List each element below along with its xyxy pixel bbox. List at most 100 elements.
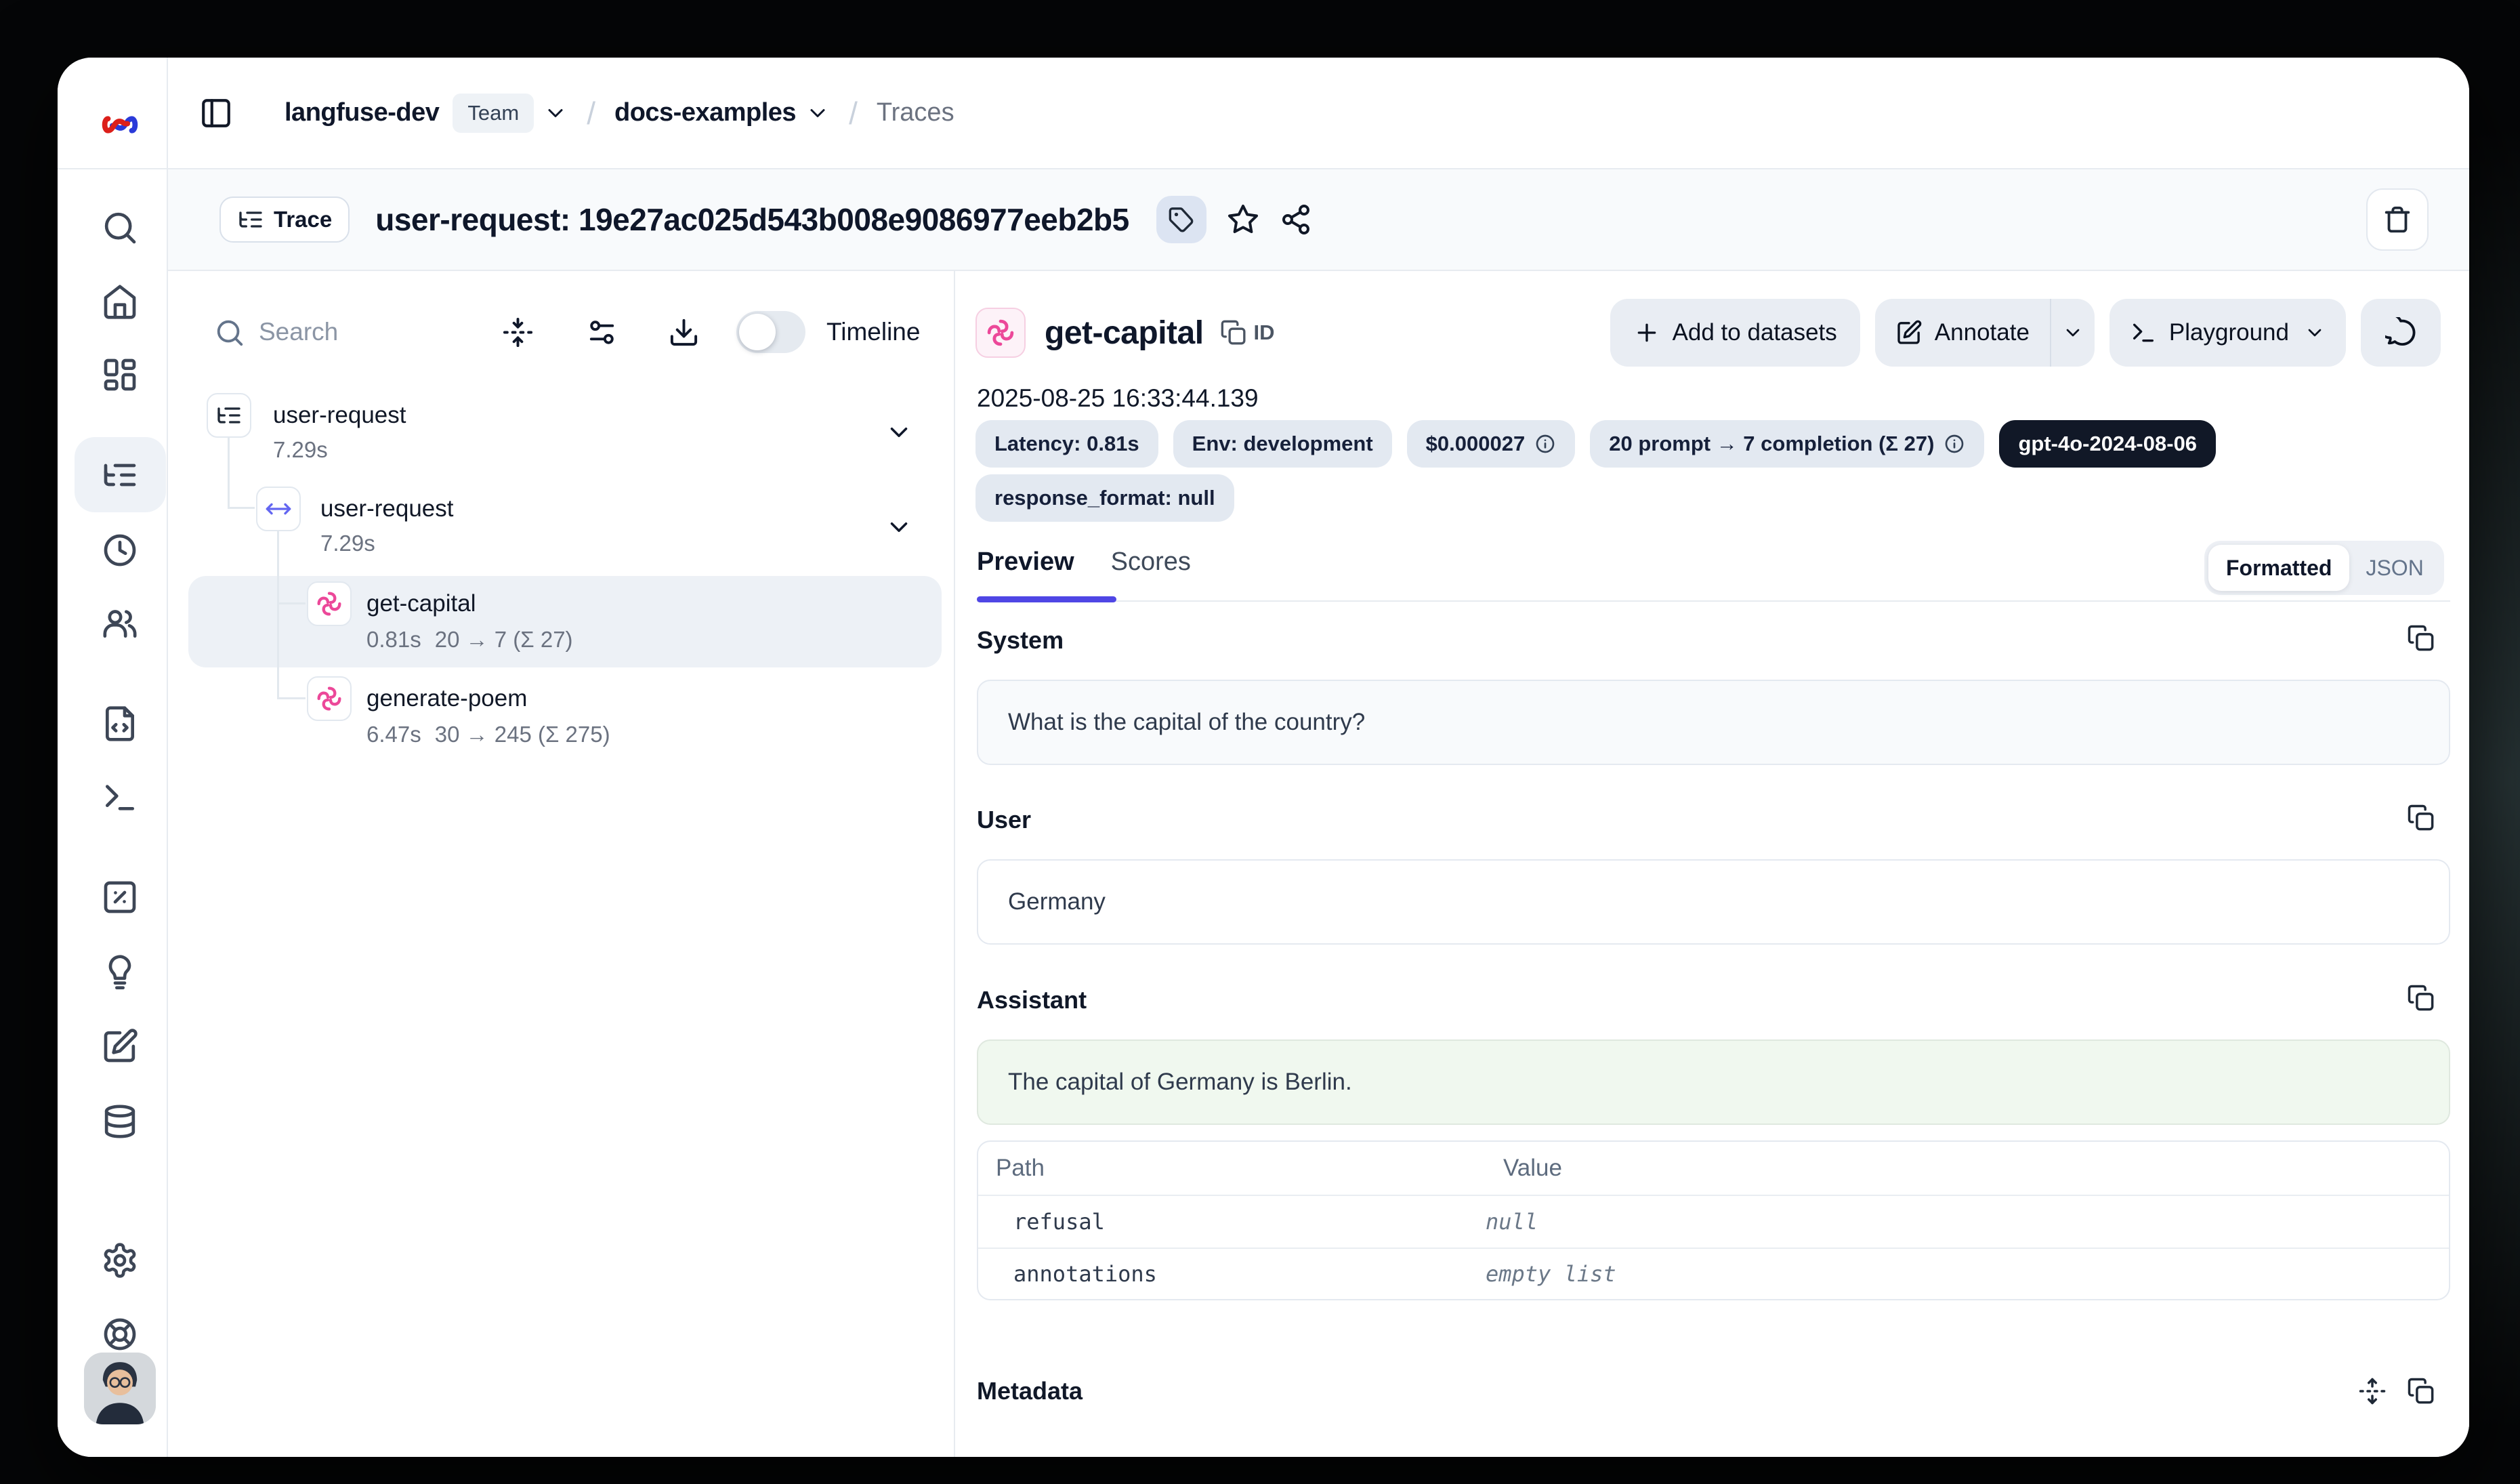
expand-icon[interactable] — [2358, 1377, 2387, 1405]
breadcrumb-page[interactable]: Traces — [877, 98, 954, 127]
add-to-datasets-button[interactable]: Add to datasets — [1610, 299, 1860, 367]
copy-icon[interactable] — [2407, 984, 2435, 1012]
detail-header: get-capital ID Add to datasets Annotate — [975, 298, 2441, 367]
cost-badge[interactable]: $0.000027 — [1407, 420, 1576, 468]
copy-id-icon[interactable] — [1220, 319, 1247, 346]
tree-node-tokens: 20 → 7 (Σ 27) — [435, 625, 573, 655]
row-value: empty list — [1486, 1261, 1616, 1287]
copy-icon[interactable] — [2407, 1377, 2435, 1405]
evaluation-percent-icon[interactable] — [101, 878, 139, 916]
env-badge: Env: development — [1173, 420, 1392, 468]
langfuse-logo-icon — [96, 104, 144, 145]
top-bar: langfuse-dev Team / docs-examples / Trac… — [168, 58, 2469, 169]
latency-badge: Latency: 0.81s — [975, 420, 1158, 468]
dashboard-icon[interactable] — [101, 356, 139, 394]
format-json-option[interactable]: JSON — [2349, 556, 2439, 581]
active-tab-indicator — [977, 596, 1116, 602]
model-badge[interactable]: gpt-4o-2024-08-06 — [1999, 420, 2216, 468]
datasets-database-icon[interactable] — [101, 1102, 139, 1140]
settings-gear-icon[interactable] — [101, 1241, 139, 1279]
tab-preview[interactable]: Preview — [977, 545, 1074, 579]
sessions-clock-icon[interactable] — [101, 531, 139, 569]
format-toggle: Formatted JSON — [2204, 541, 2444, 595]
breadcrumb-separator: / — [587, 95, 595, 131]
view-settings-icon[interactable] — [586, 316, 618, 348]
tree-connector — [228, 507, 255, 509]
playground-button[interactable]: Playground — [2109, 299, 2346, 367]
user-avatar[interactable] — [84, 1353, 156, 1424]
assistant-message-text: The capital of Germany is Berlin. — [1008, 1069, 1352, 1096]
info-icon — [1944, 433, 1965, 455]
timeline-toggle[interactable] — [736, 311, 805, 353]
users-icon[interactable] — [101, 604, 139, 642]
trace-node-chip — [207, 393, 251, 438]
user-section-label: User — [977, 804, 1031, 836]
span-node-chip — [256, 487, 301, 531]
search-input[interactable]: Search — [259, 316, 338, 348]
table-row: annotations empty list — [978, 1248, 2449, 1299]
breadcrumb-separator: / — [849, 95, 858, 131]
move-horizontal-icon — [265, 495, 292, 522]
insights-lightbulb-icon[interactable] — [101, 951, 139, 989]
table-row: refusal null — [978, 1196, 2449, 1248]
chevron-down-icon[interactable] — [543, 101, 568, 125]
generation-icon — [316, 590, 343, 617]
observation-timestamp: 2025-08-25 16:33:44.139 — [977, 382, 1259, 415]
tree-node-duration: 0.81s — [366, 625, 421, 655]
playground-terminal-icon[interactable] — [101, 779, 139, 817]
app-window: langfuse-dev Team / docs-examples / Trac… — [58, 58, 2469, 1457]
tab-scores[interactable]: Scores — [1111, 545, 1191, 579]
tokens-badge[interactable]: 20 prompt → 7 completion (Σ 27) — [1590, 420, 1984, 468]
trace-tree-panel: Search Timeline user-request 7.29s u — [168, 271, 955, 1457]
tag-button[interactable] — [1156, 196, 1206, 243]
copy-icon[interactable] — [2407, 804, 2435, 832]
delete-trace-button[interactable] — [2366, 188, 2429, 251]
chevron-down-icon — [2304, 322, 2326, 344]
breadcrumb-project[interactable]: docs-examples — [614, 98, 796, 127]
collapse-all-icon[interactable] — [502, 316, 534, 348]
metadata-section-label: Metadata — [977, 1375, 1083, 1407]
annotate-dropdown-button[interactable] — [2051, 299, 2095, 367]
download-icon[interactable] — [668, 316, 700, 348]
tree-connector — [277, 602, 306, 604]
playground-label: Playground — [2169, 319, 2289, 346]
chevron-down-icon[interactable] — [805, 101, 830, 125]
tracing-icon[interactable] — [101, 456, 139, 494]
detail-tabs: Preview Scores — [977, 545, 1191, 579]
generation-node-chip — [307, 581, 352, 626]
trace-header-bar: Trace user-request: 19e27ac025d543b008e9… — [168, 169, 2469, 271]
breadcrumb-org[interactable]: langfuse-dev — [285, 98, 439, 127]
terminal-icon — [2130, 319, 2157, 346]
path-column-header: Path — [978, 1155, 1503, 1182]
tree-node-duration: 7.29s — [320, 529, 375, 558]
badges-row-2: response_format: null — [975, 474, 1234, 522]
search-icon — [214, 317, 245, 348]
format-formatted-option[interactable]: Formatted — [2208, 545, 2349, 591]
generation-icon — [986, 318, 1015, 348]
annotation-pen-icon[interactable] — [101, 1027, 139, 1065]
comments-button[interactable] — [2361, 299, 2441, 367]
row-path: annotations — [978, 1261, 1486, 1287]
copy-icon[interactable] — [2407, 624, 2435, 653]
star-bookmark-button[interactable] — [1227, 203, 1259, 236]
sidebar-toggle-icon[interactable] — [199, 96, 233, 130]
share-button[interactable] — [1280, 203, 1312, 236]
prompts-icon[interactable] — [101, 705, 139, 743]
org-type-badge: Team — [453, 94, 534, 133]
user-message-box: Germany — [977, 859, 2450, 945]
info-icon — [1534, 433, 1556, 455]
list-tree-icon — [215, 402, 243, 429]
trace-type-badge: Trace — [219, 197, 350, 243]
support-lifebuoy-icon[interactable] — [101, 1315, 139, 1353]
annotate-split-button[interactable]: Annotate — [1875, 299, 2095, 367]
search-nav-icon[interactable] — [101, 209, 139, 247]
observation-detail-panel: get-capital ID Add to datasets Annotate — [955, 271, 2469, 1457]
row-value: null — [1486, 1209, 1538, 1235]
chevron-down-icon[interactable] — [885, 418, 913, 447]
timeline-toggle-label: Timeline — [826, 316, 920, 348]
home-icon[interactable] — [101, 283, 139, 321]
trace-type-badge-label: Trace — [274, 207, 332, 232]
tree-node-tokens: 30 → 245 (Σ 275) — [435, 720, 610, 749]
chevron-down-icon[interactable] — [885, 513, 913, 541]
output-table-header: Path Value — [978, 1142, 2449, 1196]
